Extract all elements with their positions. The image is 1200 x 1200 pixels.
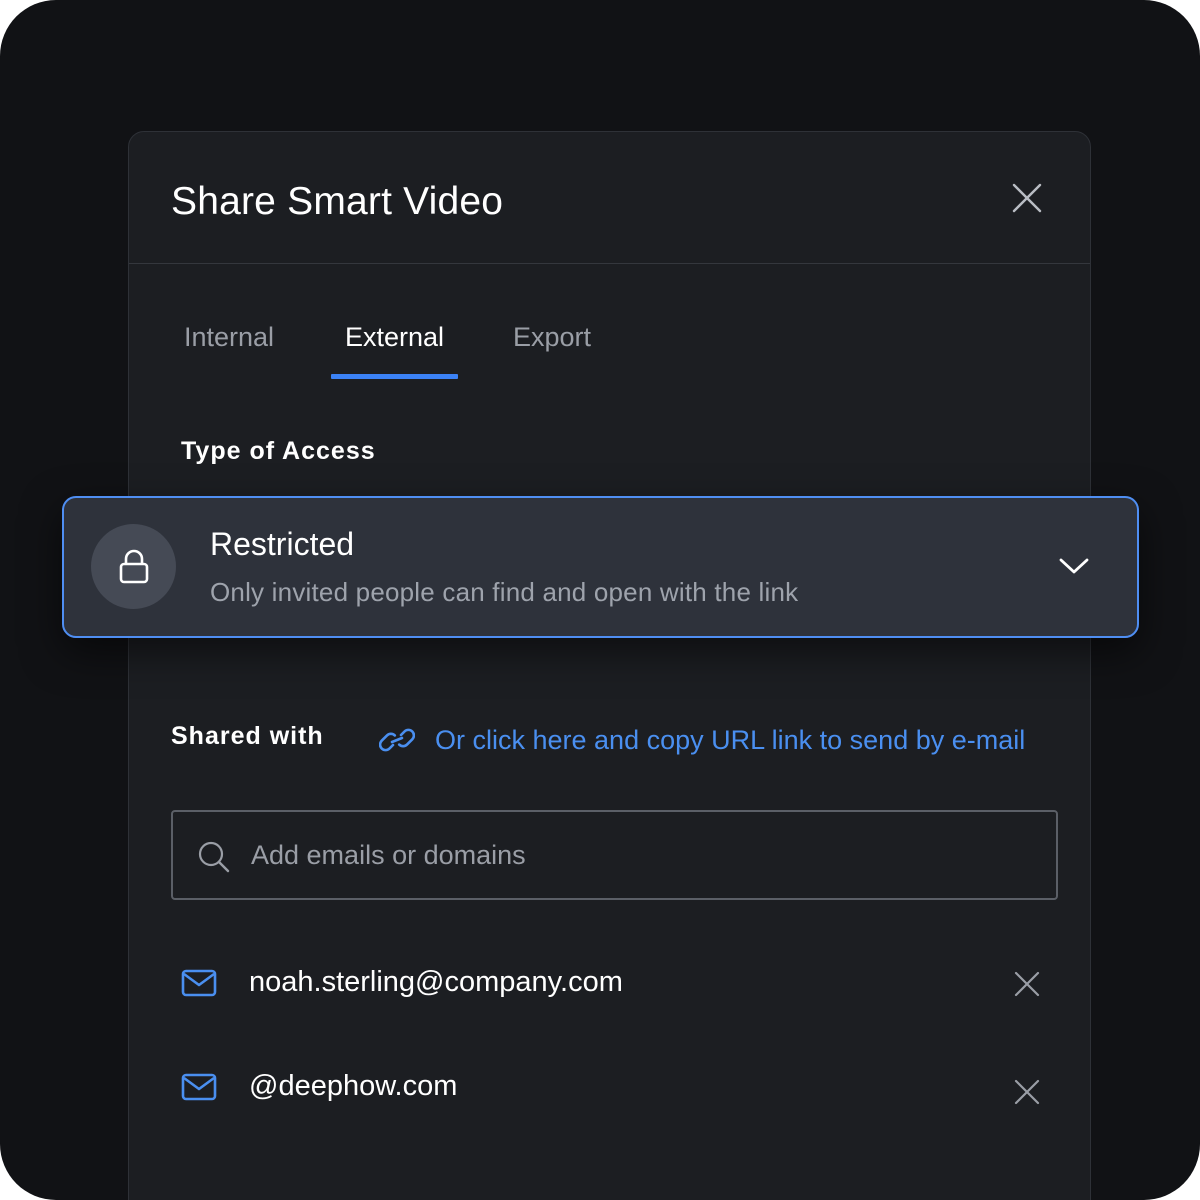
close-icon	[1012, 183, 1042, 213]
shared-item-value: noah.sterling@company.com	[249, 966, 623, 998]
remove-shared-item-button[interactable]	[1013, 1078, 1041, 1106]
chevron-down-icon	[1059, 558, 1089, 574]
share-dialog: Share Smart Video Internal External Expo…	[128, 131, 1091, 1200]
mail-icon	[181, 1073, 217, 1101]
type-of-access-label: Type of Access	[181, 437, 376, 465]
tab-external[interactable]: External	[345, 322, 444, 353]
close-button[interactable]	[1009, 180, 1045, 216]
close-icon	[1014, 1079, 1040, 1105]
search-icon	[198, 841, 230, 873]
dialog-title: Share Smart Video	[171, 180, 504, 223]
shared-with-label: Shared with	[171, 722, 324, 750]
tab-bar: Internal External Export	[129, 312, 1090, 382]
lock-avatar	[91, 524, 176, 609]
access-type-description: Only invited people can find and open wi…	[210, 577, 799, 607]
remove-shared-item-button[interactable]	[1013, 970, 1041, 998]
copy-url-link-text: Or click here and copy URL link to send …	[435, 724, 1026, 755]
add-emails-field[interactable]	[171, 810, 1058, 900]
add-emails-input[interactable]	[251, 812, 1031, 898]
copy-url-link[interactable]: Or click here and copy URL link to send …	[379, 722, 1025, 758]
dialog-header: Share Smart Video	[129, 132, 1090, 264]
access-type-title: Restricted	[210, 526, 355, 562]
access-type-dropdown[interactable]: Restricted Only invited people can find …	[62, 496, 1139, 638]
active-tab-indicator	[331, 374, 458, 379]
link-icon	[379, 728, 415, 752]
lock-icon	[119, 549, 148, 583]
close-icon	[1014, 971, 1040, 997]
app-frame: Share Smart Video Internal External Expo…	[0, 0, 1200, 1200]
shared-list-item: @deephow.com	[171, 1056, 1058, 1116]
tab-internal[interactable]: Internal	[184, 322, 274, 353]
shared-item-value: @deephow.com	[249, 1070, 458, 1102]
tab-export[interactable]: Export	[513, 322, 591, 353]
mail-icon	[181, 969, 217, 997]
shared-list-item: noah.sterling@company.com	[171, 952, 1058, 1012]
